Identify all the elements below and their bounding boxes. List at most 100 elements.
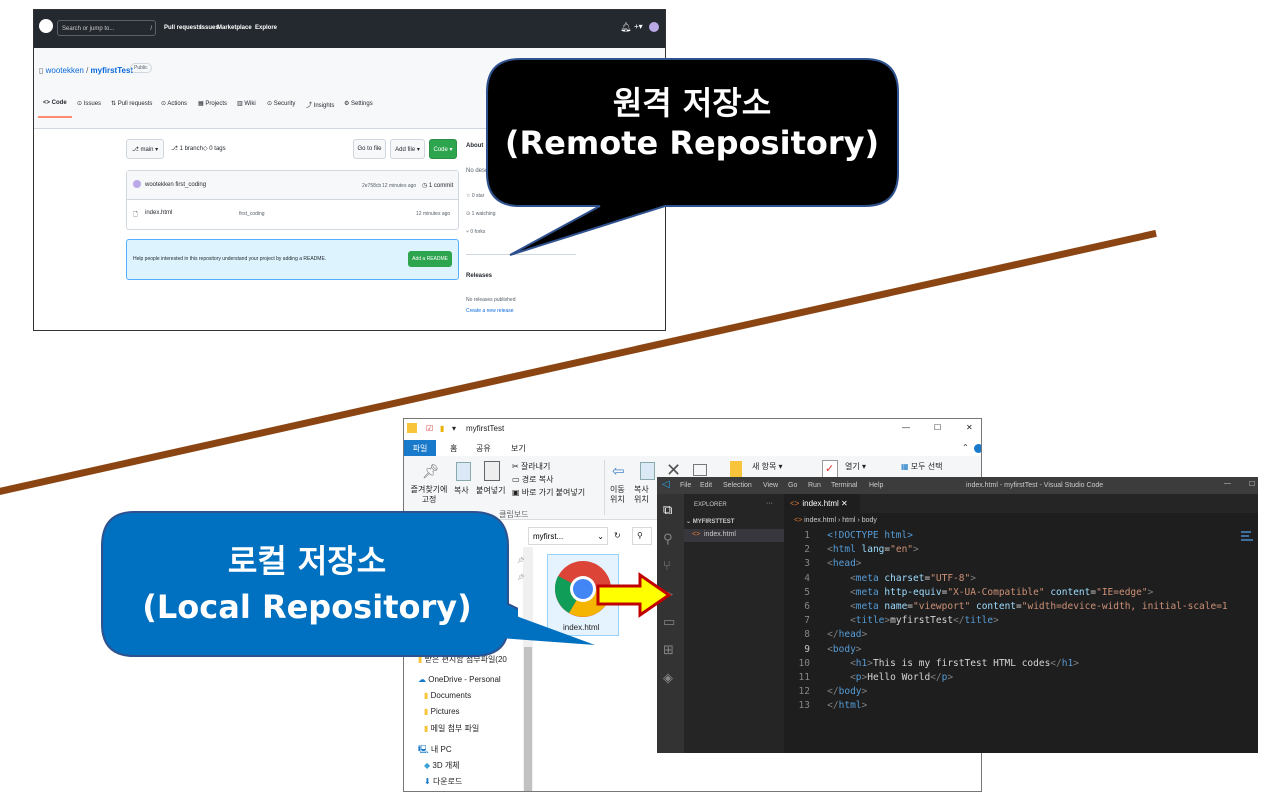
tab-home[interactable]: 홈 [450, 443, 457, 454]
sidebar-item-this-pc[interactable]: 🖳︎ 내 PC [418, 744, 452, 758]
code-line[interactable]: 9 <body> [790, 643, 861, 657]
nav-marketplace[interactable]: Marketplace [217, 25, 252, 31]
tab-view[interactable]: 보기 [511, 443, 526, 454]
minimap[interactable] [1241, 529, 1255, 549]
copy-to-button[interactable]: 복사 위치 [634, 485, 654, 505]
scrollbar[interactable] [523, 547, 533, 791]
refresh-button[interactable]: ↻ [614, 531, 621, 540]
sidebar-item-pictures[interactable]: ▮ Pictures [424, 707, 460, 716]
ribbon-collapse-icon[interactable]: ⌃ [962, 443, 969, 452]
sidebar-item-documents[interactable]: ▮ Documents [424, 691, 471, 700]
sidebar-item-3d-objects[interactable]: ◆ 3D 개체 [424, 760, 460, 771]
code-line[interactable]: 7 <title>myfirstTest</title> [790, 614, 999, 628]
code-line[interactable]: 12 </body> [790, 685, 868, 699]
add-readme-button[interactable]: Add a README [408, 251, 452, 267]
source-control-icon[interactable]: ⑂ [663, 558, 671, 573]
cut-button[interactable]: ✂ 잘라내기 [512, 461, 550, 472]
address-bar[interactable]: myfirst... ⌄ [528, 527, 608, 545]
sidebar-item-mail-attachments[interactable]: ▮ 메일 첨부 파일 [424, 723, 479, 734]
tab-insights[interactable]: ⤴ Insights [306, 100, 334, 109]
tab-security[interactable]: ⊙ Security [267, 100, 295, 107]
code-editor[interactable]: 1 <!DOCTYPE html> 2 <html lang="en"> 3 <he… [790, 529, 1258, 753]
menu-selection[interactable]: Selection [723, 482, 752, 489]
folder-header[interactable]: ⌄ MYFIRSTTEST [686, 518, 734, 525]
tab-file[interactable]: 파일 [404, 440, 436, 456]
copy-button[interactable]: 복사 [454, 485, 469, 496]
maximize-button[interactable]: ☐ [934, 423, 941, 432]
nav-pull-requests[interactable]: Pull requests [164, 25, 202, 31]
tab-code[interactable]: <> Code [43, 100, 67, 106]
paste-button[interactable]: 붙여넣기 [476, 485, 505, 496]
pin-to-quick-access-button[interactable]: 즐겨찾기에 고정 [407, 485, 451, 505]
avatar[interactable] [649, 22, 659, 32]
chevron-down-icon[interactable]: ⌄ [597, 528, 604, 546]
menu-terminal[interactable]: Terminal [831, 482, 857, 489]
close-button[interactable]: ✕ [966, 423, 973, 432]
menu-view[interactable]: View [763, 482, 778, 489]
commit-author-message[interactable]: wootekken first_coding [145, 182, 206, 188]
commit-hash[interactable]: 2e758cb [362, 183, 381, 189]
code-line[interactable]: 6 <meta name="viewport" content="width=d… [790, 600, 1227, 614]
tab-index-html[interactable]: <> index.html ✕ [784, 494, 860, 513]
sidebar-item-downloads[interactable]: ⬇ 다운로드 [424, 776, 462, 787]
minimize-button[interactable]: — [1224, 480, 1231, 487]
breadcrumb-item[interactable]: index.html [804, 517, 836, 524]
tab-actions[interactable]: ⊙ Actions [161, 100, 187, 107]
code-line[interactable]: 4 <meta charset="UTF-8"> [790, 572, 976, 586]
new-folder-icon[interactable] [730, 461, 742, 478]
properties-icon[interactable]: ☑ [426, 424, 433, 433]
move-to-button[interactable]: 이동 위치 [610, 485, 630, 505]
select-all-button[interactable]: ▦ 모두 선택 [901, 461, 942, 472]
repo-name-link[interactable]: myfirstTest [91, 66, 134, 75]
code-line[interactable]: 13 </html> [790, 699, 868, 713]
nav-issues[interactable]: Issues [200, 25, 219, 31]
code-line[interactable]: 11 <p>Hello World</p> [790, 671, 954, 685]
search-icon[interactable]: ⚲ [663, 531, 673, 547]
menu-file[interactable]: File [680, 482, 691, 489]
menu-go[interactable]: Go [788, 482, 797, 489]
copy-path-button[interactable]: ▭ 경로 복사 [512, 474, 553, 485]
bell-icon[interactable]: 🔔︎ [620, 22, 631, 33]
rename-icon[interactable] [693, 464, 707, 476]
tags-link[interactable]: ◇ 0 tags [203, 145, 226, 152]
quick-access-dropdown-icon[interactable]: ▾ [452, 424, 456, 433]
minimize-button[interactable]: — [902, 423, 910, 432]
new-folder-icon[interactable]: ▮ [440, 424, 444, 433]
tab-pull-requests[interactable]: ⇅ Pull requests [111, 100, 152, 107]
scrollbar-thumb[interactable] [524, 647, 532, 791]
tab-wiki[interactable]: ▥ Wiki [237, 100, 256, 107]
go-to-file-button[interactable]: Go to file [353, 139, 386, 159]
code-line[interactable]: 5 <meta http-equiv="X-UA-Compatible" con… [790, 586, 1153, 600]
repo-owner-link[interactable]: wootekken [46, 66, 84, 75]
new-item-button[interactable]: 새 항목 ▾ [752, 461, 783, 472]
file-name-link[interactable]: index.html [145, 210, 172, 216]
branches-link[interactable]: ⎇ 1 branch [171, 145, 203, 152]
menu-help[interactable]: Help [869, 482, 883, 489]
paste-shortcut-button[interactable]: ▣ 바로 가기 붙여넣기 [512, 487, 585, 498]
menu-run[interactable]: Run [808, 482, 821, 489]
python-icon[interactable]: ◈ [663, 670, 673, 686]
help-icon[interactable] [974, 444, 981, 453]
tab-share[interactable]: 공유 [476, 443, 491, 454]
sidebar-item-onedrive[interactable]: ☁ OneDrive - Personal [418, 675, 501, 684]
more-actions-button[interactable]: ··· [766, 500, 773, 507]
create-release-link[interactable]: Create a new release [466, 308, 514, 314]
code-line[interactable]: 3 <head> [790, 557, 861, 571]
github-logo-icon[interactable] [39, 19, 53, 33]
branch-select-button[interactable]: ⎇ main ▾ [126, 139, 164, 159]
menu-edit[interactable]: Edit [700, 482, 712, 489]
code-button[interactable]: Code ▾ [429, 139, 457, 159]
commit-count-link[interactable]: ◷ 1 commit [422, 182, 453, 189]
code-line[interactable]: 10 <h1>This is my firstTest HTML codes</… [790, 657, 1079, 671]
code-line[interactable]: 1 <!DOCTYPE html> [790, 529, 913, 543]
file-commit-message[interactable]: first_coding [239, 211, 265, 217]
maximize-button[interactable]: ☐ [1249, 480, 1255, 488]
plus-icon[interactable]: +▾ [634, 22, 643, 31]
breadcrumb-item[interactable]: html [842, 517, 855, 524]
open-button[interactable]: 열기 ▾ [845, 461, 866, 472]
search-input[interactable]: ⚲ [632, 527, 652, 545]
search-input[interactable]: Search or jump to... / [57, 20, 156, 36]
tab-issues[interactable]: ⊙ Issues [77, 100, 101, 107]
nav-explore[interactable]: Explore [255, 25, 277, 31]
breadcrumb-item[interactable]: body [862, 517, 877, 524]
